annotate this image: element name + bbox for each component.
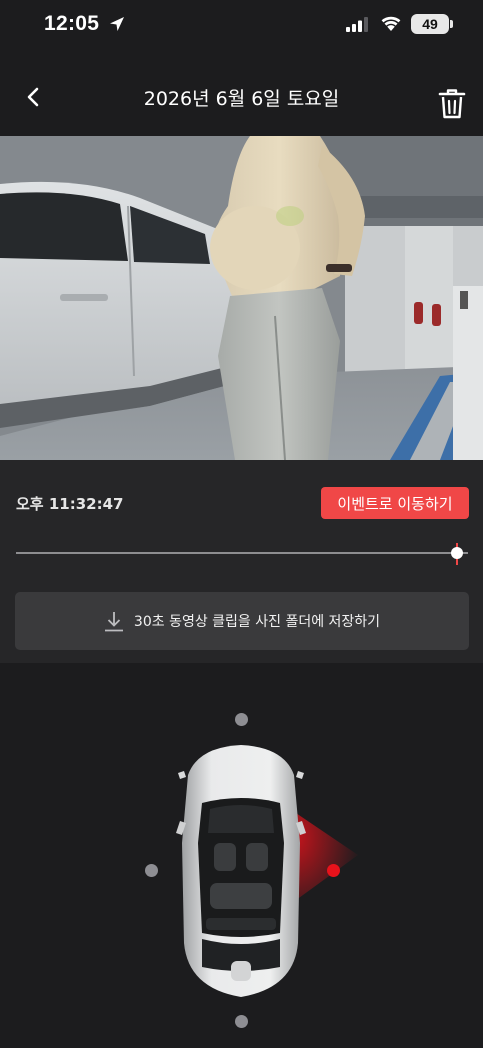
battery-level: 49 (422, 16, 438, 32)
wifi-icon (381, 16, 401, 31)
camera-dot-right[interactable] (327, 864, 340, 877)
location-arrow-icon (110, 17, 124, 31)
camera-footage (0, 136, 483, 460)
signal-icon (346, 17, 368, 32)
video-player[interactable] (0, 136, 483, 460)
page-title: 2026년 6월 6일 토요일 (143, 88, 340, 110)
camera-dot-front[interactable] (235, 713, 248, 726)
battery-tip (450, 20, 453, 28)
save-clip-button[interactable]: 30초 동영상 클립을 사진 폴더에 저장하기 (15, 592, 469, 650)
trash-icon[interactable] (437, 88, 467, 120)
timeline-slider[interactable] (16, 552, 468, 554)
camera-dot-left[interactable] (145, 864, 158, 877)
status-time: 12:05 (44, 12, 100, 35)
status-bar: 12:05 49 (0, 0, 483, 50)
video-timestamp: 오후 11:32:47 (16, 495, 124, 513)
camera-selector (0, 663, 483, 1048)
go-to-event-label: 이벤트로 이동하기 (337, 494, 453, 513)
camera-dot-rear[interactable] (235, 1015, 248, 1028)
car-top-view (176, 745, 306, 997)
timeline-slider-thumb[interactable] (451, 547, 463, 559)
download-icon (104, 612, 123, 632)
go-to-event-button[interactable]: 이벤트로 이동하기 (321, 487, 469, 519)
playback-controls: 오후 11:32:47 이벤트로 이동하기 30초 동영상 클립을 사진 폴더에… (0, 460, 483, 663)
save-clip-label: 30초 동영상 클립을 사진 폴더에 저장하기 (133, 614, 381, 630)
battery-icon: 49 (411, 14, 449, 34)
header-bar: 2026년 6월 6일 토요일 (0, 60, 483, 136)
